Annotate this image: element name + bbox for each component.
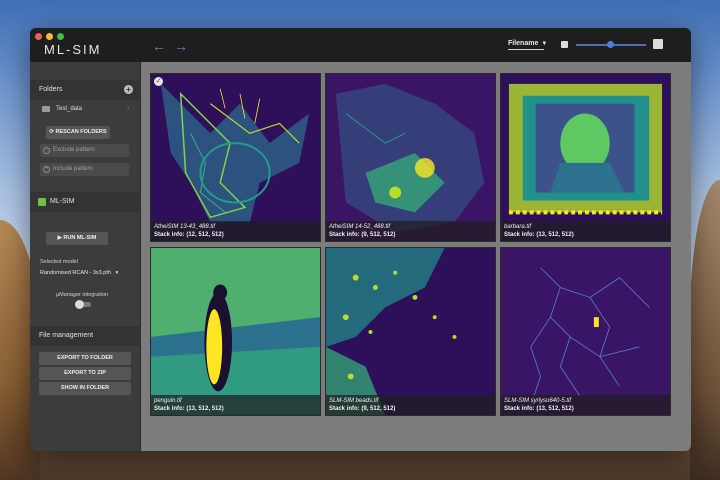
tile-caption: penguin.tif Stack info: (13, 512, 512) [151, 395, 320, 415]
tile-stack-info: Stack info: (13, 512, 512) [154, 406, 224, 412]
sidebar: Folders + Test_data › ⟳ RESCAN FOLDERS −… [30, 62, 141, 451]
tile-caption: SLM-SIM beads.tif Stack info: (9, 512, 5… [326, 395, 495, 415]
tile-caption: AtheiSIM 13-43_488.tif Stack info: (12, … [151, 221, 320, 241]
file-management-header-label: File management [39, 332, 94, 339]
selected-model-label: Selected model [40, 259, 78, 265]
tile-stack-info: Stack info: (9, 512, 512) [329, 232, 396, 238]
tile-caption: AtheiSIM 14-52_488.tif Stack info: (9, 5… [326, 221, 495, 241]
back-arrow-icon[interactable]: ← [152, 38, 166, 54]
mlsim-header: ML-SIM [30, 192, 141, 212]
exclude-pattern-placeholder: Exclude pattern [53, 147, 95, 153]
close-window-button[interactable] [35, 33, 42, 40]
tile-filename: penguin.tif [154, 398, 182, 404]
umanager-label: µManager integration [56, 292, 109, 298]
tile-stack-info: Stack info: (12, 512, 512) [154, 232, 224, 238]
folder-item-label: Test_data [56, 106, 83, 112]
thumbnail-image [326, 248, 495, 415]
folder-item[interactable]: Test_data [42, 106, 82, 112]
model-select[interactable]: Randomised RCAN - 3x3.pth ▾ [40, 270, 128, 276]
add-folder-icon[interactable]: + [124, 85, 133, 94]
folders-header: Folders + [30, 80, 141, 100]
tile-caption: barbara.tif Stack info: (13, 512, 512) [501, 221, 670, 241]
check-icon: ✓ [154, 77, 163, 86]
minus-circle-icon: − [43, 147, 50, 154]
tile-filename: AtheiSIM 14-52_488.tif [329, 224, 391, 230]
thumbnail-image [151, 248, 320, 415]
model-select-value: Randomised RCAN - 3x3.pth [40, 270, 111, 276]
rescan-folders-button[interactable]: ⟳ RESCAN FOLDERS [46, 126, 110, 139]
tile-filename: barbara.tif [504, 224, 532, 230]
sort-dropdown[interactable]: Filename ▼ [508, 40, 548, 50]
minimize-window-button[interactable] [46, 33, 53, 40]
show-in-folder-button[interactable]: SHOW IN FOLDER [39, 382, 131, 395]
image-tile[interactable]: ✓ AtheiSIM 13-43_488.tif Stack info: (12… [150, 73, 321, 242]
export-to-folder-button[interactable]: EXPORT TO FOLDER [39, 352, 131, 365]
image-tile[interactable]: SLM-SIM beads.tif Stack info: (9, 512, 5… [325, 247, 496, 416]
image-gallery: ✓ AtheiSIM 13-43_488.tif Stack info: (12… [141, 62, 691, 451]
window-controls [35, 33, 64, 40]
thumbnail-image [501, 74, 670, 241]
rescan-folders-label: RESCAN FOLDERS [55, 129, 107, 135]
thumbnail-image [151, 74, 320, 241]
tile-filename: SLM-SIM syrlyso640-5.tif [504, 398, 572, 404]
maximize-window-button[interactable] [57, 33, 64, 40]
folder-icon [42, 106, 50, 112]
large-thumbnail-icon[interactable] [653, 39, 663, 49]
plus-circle-icon: + [43, 166, 50, 173]
thumbnail-image [501, 248, 670, 415]
include-pattern-placeholder: Include pattern [53, 166, 93, 172]
tile-filename: AtheiSIM 13-43_488.tif [154, 224, 216, 230]
export-to-zip-button[interactable]: EXPORT TO ZIP [39, 367, 131, 380]
umanager-toggle-thumb[interactable] [75, 300, 84, 309]
thumbnail-size-slider-thumb[interactable] [607, 41, 614, 48]
puzzle-piece-icon [38, 198, 46, 206]
chevron-right-icon[interactable]: › [127, 105, 129, 112]
forward-arrow-icon[interactable]: → [174, 38, 188, 54]
tile-filename: SLM-SIM beads.tif [329, 398, 379, 404]
run-mlsim-label: RUN ML-SIM [63, 235, 97, 241]
tile-stack-info: Stack info: (13, 512, 512) [504, 406, 574, 412]
app-window: ML-SIM ← → Filename ▼ Folders + Test_data… [30, 28, 691, 451]
file-management-header: File management [30, 326, 141, 346]
app-title: ML-SIM [44, 42, 102, 57]
image-tile[interactable]: SLM-SIM syrlyso640-5.tif Stack info: (13… [500, 247, 671, 416]
image-tile[interactable]: penguin.tif Stack info: (13, 512, 512) [150, 247, 321, 416]
thumbnail-image [326, 74, 495, 241]
folders-header-label: Folders [39, 86, 63, 93]
exclude-pattern-field[interactable]: − Exclude pattern [40, 144, 129, 157]
run-mlsim-button[interactable]: ▶ RUN ML-SIM [46, 232, 108, 245]
tile-stack-info: Stack info: (9, 512, 512) [329, 406, 396, 412]
tile-stack-info: Stack info: (13, 512, 512) [504, 232, 574, 238]
image-tile[interactable]: barbara.tif Stack info: (13, 512, 512) [500, 73, 671, 242]
sort-label: Filename [508, 40, 539, 47]
small-thumbnail-icon[interactable] [561, 41, 568, 48]
chevron-down-icon: ▾ [115, 270, 119, 276]
title-bar: ML-SIM ← → Filename ▼ [30, 28, 691, 62]
mlsim-header-label: ML-SIM [50, 198, 75, 205]
desktop-background-right [690, 180, 720, 480]
tile-caption: SLM-SIM syrlyso640-5.tif Stack info: (13… [501, 395, 670, 415]
image-tile[interactable]: AtheiSIM 14-52_488.tif Stack info: (9, 5… [325, 73, 496, 242]
include-pattern-field[interactable]: + Include pattern [40, 163, 129, 176]
chevron-down-icon: ▼ [541, 41, 548, 47]
